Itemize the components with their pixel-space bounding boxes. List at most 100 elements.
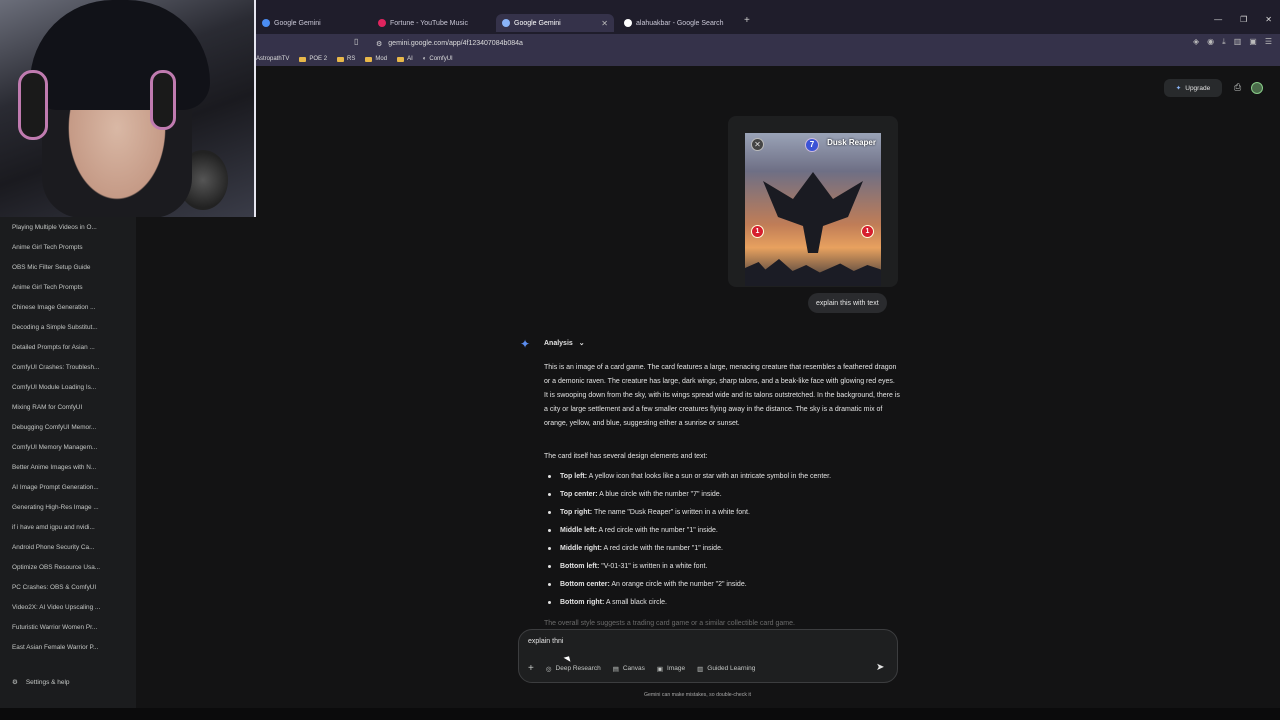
minimize-icon[interactable]: — (1214, 15, 1222, 24)
sidebar-chat-item[interactable]: Anime Girl Tech Prompts (12, 284, 130, 291)
url-field[interactable]: ⚙ gemini.google.com/app/4f123407084b084a (372, 37, 906, 50)
tab-youtube-music[interactable]: Fortune - YouTube Music (372, 14, 494, 32)
card-image[interactable]: ✕ 7 Dusk Reaper 1 1 (745, 133, 881, 286)
extension-icon[interactable]: ◉ (1207, 37, 1214, 47)
sidebar-chat-item[interactable]: Generating High-Res Image ... (12, 504, 130, 511)
bullet-dot (548, 511, 551, 514)
send-icon[interactable]: ➤ (876, 662, 884, 673)
sidebar-chat-item[interactable]: Optimize OBS Resource Usa... (12, 564, 130, 571)
sidebar-chat-item[interactable]: ComfyUI Crashes: Troublesh... (12, 364, 130, 371)
gemini-favicon-icon (502, 19, 510, 27)
sidebar-chat-item[interactable]: Decoding a Simple Substitut... (12, 324, 130, 331)
tab-label: Google Gemini (514, 19, 561, 27)
menu-icon[interactable]: ☰ (1265, 37, 1272, 47)
bullet-text: A blue circle with the number "7" inside… (597, 491, 722, 498)
tool-label: Guided Learning (707, 665, 756, 672)
sidebar-chat-item[interactable]: ComfyUI Module Loading Is... (12, 384, 130, 391)
bookmark-mod[interactable]: Mod (365, 56, 387, 62)
city-art (745, 259, 881, 286)
wallet-icon[interactable]: ▣ (1249, 37, 1257, 47)
sidebar-chat-item[interactable]: Playing Multiple Videos in O... (12, 224, 130, 231)
right-stat-badge: 1 (861, 225, 874, 238)
sidebar-icon[interactable]: ▥ (1234, 37, 1242, 47)
folder-icon (365, 56, 373, 62)
tab-google-gemini-1[interactable]: Google Gemini (256, 14, 372, 32)
bullet-label: Top left: (560, 473, 588, 480)
image-button[interactable]: ▣ Image (657, 665, 685, 673)
maximize-icon[interactable]: ❐ (1240, 15, 1247, 24)
folder-icon (337, 56, 345, 62)
settings-label: Settings & help (25, 678, 70, 686)
url-text: gemini.google.com/app/4f123407084b084a (388, 40, 523, 47)
bullet-dot (548, 475, 551, 478)
disclaimer-text: Gemini can make mistakes, so double-chec… (644, 692, 751, 698)
google-favicon-icon (624, 19, 632, 27)
sidebar-chat-item[interactable]: Futuristic Warrior Women Pr... (12, 624, 130, 631)
bookmark-poe2[interactable]: POE 2 (299, 56, 327, 62)
sidebar-chat-item[interactable]: Mixing RAM for ComfyUI (12, 404, 130, 411)
upgrade-label: Upgrade (1185, 84, 1211, 92)
close-tab-icon[interactable]: ✕ (601, 19, 608, 28)
gemini-spark-icon: ✦ (520, 337, 531, 351)
close-window-icon[interactable]: ✕ (1265, 15, 1272, 24)
deep-research-icon: ◎ (545, 665, 552, 673)
bookmark-icon[interactable]: ▯ (354, 37, 358, 46)
prompt-input-box[interactable] (518, 629, 898, 683)
creature-art (763, 172, 863, 253)
upgrade-button[interactable]: ✦ Upgrade (1164, 79, 1222, 97)
sidebar-chat-item[interactable]: OBS Mic Filter Setup Guide (12, 264, 130, 271)
guided-learning-button[interactable]: ▥ Guided Learning (697, 665, 755, 673)
gemini-favicon-icon (262, 19, 270, 27)
bookmark-label: Mod (375, 56, 388, 62)
bullet-dot (548, 601, 551, 604)
bullet-label: Bottom left: (560, 563, 600, 570)
bookmark-label: RS (347, 56, 356, 62)
print-icon[interactable]: ⎙ (1234, 82, 1241, 94)
tab-google-gemini-active[interactable]: Google Gemini ✕ (496, 14, 614, 32)
new-tab-icon[interactable]: + (744, 15, 750, 26)
sidebar-chat-item[interactable]: Chinese Image Generation ... (12, 304, 130, 311)
settings-and-help-button[interactable]: ⚙ Settings & help (12, 678, 70, 687)
canvas-button[interactable]: ▤ Canvas (613, 665, 645, 673)
card-name: Dusk Reaper (827, 138, 876, 147)
bullet-label: Middle right: (560, 545, 602, 552)
sidebar-chat-item[interactable]: PC Crashes: OBS & ComfyUI (12, 584, 130, 591)
youtube-music-icon (378, 19, 386, 27)
analysis-toggle[interactable]: Analysis ⌄ (544, 339, 585, 348)
tab-google-search[interactable]: alahuakbar - Google Search (618, 14, 740, 32)
sidebar-chat-item[interactable]: Better Anime Images with N... (12, 464, 130, 471)
extension-icon[interactable]: ◈ (1193, 37, 1199, 47)
image-icon: ▣ (656, 665, 664, 673)
book-icon: ▥ (697, 665, 704, 673)
list-item: Middle left: A red circle with the numbe… (548, 527, 718, 534)
bookmark-comfyui[interactable]: ◐ ComfyUI (423, 56, 453, 62)
sidebar-chat-item[interactable]: Anime Girl Tech Prompts (12, 244, 130, 251)
bookmark-rs[interactable]: RS (337, 56, 355, 62)
prompt-input[interactable]: explain thni (528, 638, 563, 645)
bookmark-ai[interactable]: AI (397, 56, 413, 62)
sidebar-chat-item[interactable]: Detailed Prompts for Asian ... (12, 344, 130, 351)
symbol-icon: ✕ (751, 138, 764, 151)
deep-research-button[interactable]: ◎ Deep Research (546, 665, 601, 673)
response-paragraph: This is an image of a card game. The car… (544, 364, 900, 427)
bullet-text: A red circle with the number "1" inside. (596, 527, 718, 534)
add-attachment-icon[interactable]: + (528, 663, 534, 674)
avatar[interactable] (1251, 82, 1264, 94)
sidebar-chat-item[interactable]: Android Phone Security Ca... (12, 544, 130, 551)
sidebar-chat-item[interactable]: Video2X: AI Video Upscaling ... (12, 604, 130, 611)
bullet-text: The name "Dusk Reaper" is written in a w… (592, 509, 750, 516)
screen: Google Gemini Fortune - YouTube Music Go… (0, 0, 1280, 720)
download-icon[interactable]: ⤓ (1222, 37, 1226, 47)
sidebar-chat-item[interactable]: ComfyUI Memory Managem... (12, 444, 130, 451)
sidebar-chat-item[interactable]: East Asian Female Warrior P... (12, 644, 130, 651)
site-info-icon[interactable]: ⚙ (376, 40, 382, 48)
sidebar-chat-item[interactable]: AI Image Prompt Generation... (12, 484, 130, 491)
list-item: Bottom right: A small black circle. (548, 599, 667, 606)
sidebar-chat-item[interactable]: if i have amd igpu and nvidi... (12, 524, 130, 531)
tab-label: alahuakbar - Google Search (636, 19, 724, 27)
folder-icon (397, 56, 405, 62)
bookmark-astropathtv[interactable]: AstropathTV (256, 56, 289, 62)
sidebar-chat-item[interactable]: Debugging ComfyUI Memor... (12, 424, 130, 431)
folder-icon (299, 56, 307, 62)
tab-label: Google Gemini (274, 19, 321, 27)
